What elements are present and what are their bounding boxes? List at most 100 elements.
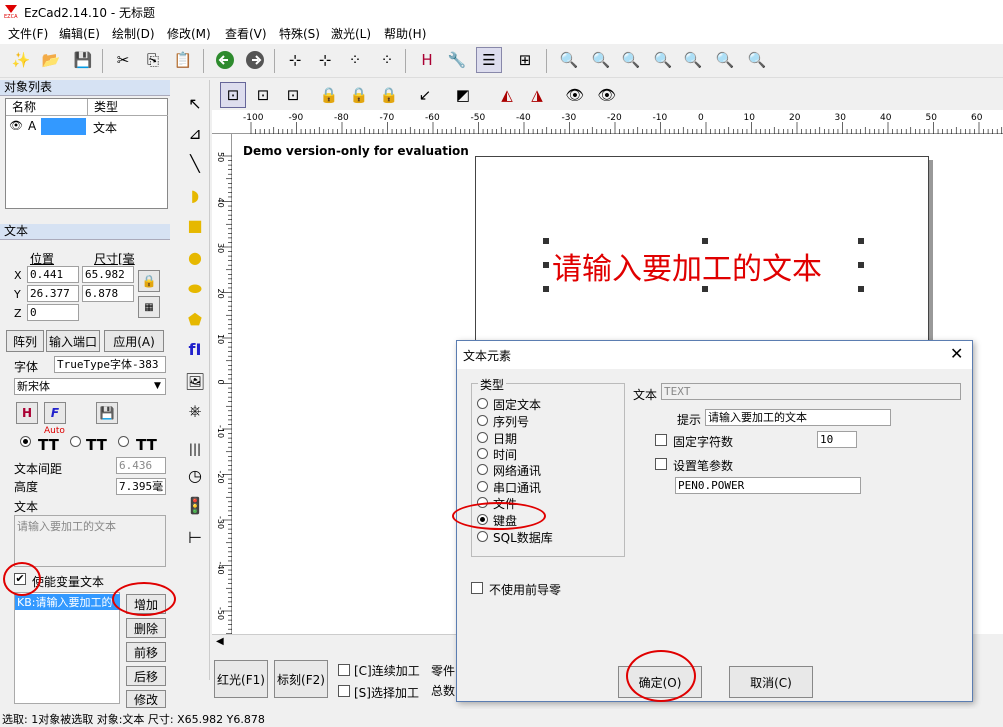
y-position-input[interactable]: 26.377	[27, 285, 79, 302]
x-size-input[interactable]: 65.982	[82, 266, 134, 283]
chevron-down-icon[interactable]: ▼	[154, 381, 161, 391]
motion-tool-icon[interactable]: ⊢	[182, 524, 208, 550]
align-auto-radio[interactable]	[20, 436, 31, 447]
unlock-object-icon[interactable]: 🔒	[346, 82, 372, 108]
type-radio-date[interactable]	[477, 432, 488, 443]
zoom-in-icon[interactable]: 🔍	[588, 47, 614, 73]
pointer-icon[interactable]: ↖	[182, 90, 208, 116]
type-radio-serial[interactable]	[477, 415, 488, 426]
mirror-v-icon[interactable]: ◮	[524, 82, 550, 108]
zoom-fit-icon[interactable]: 🔍	[712, 47, 738, 73]
select-process-checkbox[interactable]	[338, 685, 350, 697]
delete-button[interactable]: 删除	[126, 618, 166, 638]
pen-params-checkbox[interactable]	[655, 458, 667, 470]
zoom-out-icon[interactable]: 🔍	[650, 47, 676, 73]
input-port-button[interactable]: 输入端口	[46, 330, 100, 352]
col-header-type[interactable]: 类型	[88, 99, 168, 116]
align-icon[interactable]: ⊡	[220, 82, 246, 108]
z-position-input[interactable]: 0	[27, 304, 79, 321]
font-library-icon[interactable]: H	[16, 402, 38, 424]
vector-file-tool-icon[interactable]: ⎈	[182, 398, 208, 424]
dialog-text-input[interactable]: TEXT	[661, 383, 961, 400]
cut-icon[interactable]: ✂	[110, 47, 136, 73]
modify-button[interactable]: 修改	[126, 690, 166, 708]
align-corner-icon[interactable]: ⊡	[250, 82, 276, 108]
node-group-icon[interactable]: ⁘	[342, 47, 368, 73]
mark-button[interactable]: 标刻(F2)	[274, 660, 328, 698]
height-input[interactable]: 7.395毫	[116, 478, 166, 495]
lock-icon[interactable]: 🔒	[138, 270, 160, 292]
font-name-select[interactable]: 新宋体	[14, 378, 166, 395]
type-radio-time[interactable]	[477, 448, 488, 459]
menu-file[interactable]: 文件(F)	[8, 25, 48, 42]
mirror-h-icon[interactable]: ◭	[494, 82, 520, 108]
font-f-icon[interactable]: F	[44, 402, 66, 424]
node-ungroup-icon[interactable]: ⁘	[374, 47, 400, 73]
menu-draw[interactable]: 绘制(D)	[112, 25, 155, 42]
text-tool-icon[interactable]: fI	[182, 336, 208, 362]
font-type-select[interactable]: TrueType字体-383	[54, 356, 166, 373]
origin-icon[interactable]: ↙	[412, 82, 438, 108]
line-tool-icon[interactable]: ╲	[182, 150, 208, 176]
eye-icon[interactable]: 👁	[9, 119, 23, 132]
table-row[interactable]: 👁 A 文本	[6, 118, 168, 136]
prompt-input[interactable]: 请输入要加工的文本	[705, 409, 891, 426]
list-item[interactable]: KB:请输入要加工的	[15, 594, 120, 610]
undo-icon[interactable]	[212, 47, 238, 73]
text-content-area[interactable]: 请输入要加工的文本	[14, 515, 166, 567]
menu-help[interactable]: 帮助(H)	[384, 25, 426, 42]
list-icon[interactable]: ☰	[476, 47, 502, 73]
cancel-button[interactable]: 取消(C)	[729, 666, 813, 698]
curve-tool-icon[interactable]: ◗	[182, 182, 208, 208]
unlock-all-icon[interactable]: 🔒	[376, 82, 402, 108]
zoom-plus-icon[interactable]: 🔍	[618, 47, 644, 73]
node-edit-tool-icon[interactable]: ⊿	[182, 120, 208, 146]
no-leading-zero-checkbox[interactable]	[471, 582, 483, 594]
menu-edit[interactable]: 编辑(E)	[59, 25, 100, 42]
rectangle-tool-icon[interactable]: ■	[182, 212, 208, 238]
x-position-input[interactable]: 0.441	[27, 266, 79, 283]
text-object[interactable]: 请输入要加工的文本	[552, 244, 822, 288]
save-icon[interactable]: 💾	[70, 47, 96, 73]
hatch-icon[interactable]: H	[414, 47, 440, 73]
tools-icon[interactable]: 🔧	[444, 47, 470, 73]
view-eye-alt-icon[interactable]: 👁	[594, 82, 620, 108]
zoom-select-icon[interactable]: 🔍	[744, 47, 770, 73]
apply-button[interactable]: 应用(A)	[104, 330, 164, 352]
y-size-input[interactable]: 6.878	[82, 285, 134, 302]
move-down-button[interactable]: 后移	[126, 666, 166, 686]
ellipse-tool-icon[interactable]: ⬬	[182, 276, 208, 302]
io-port-tool-icon[interactable]: 🚦	[182, 492, 208, 518]
fixed-chars-input[interactable]: 10	[817, 431, 857, 448]
array-button[interactable]: 阵列	[6, 330, 44, 352]
node-edit-icon[interactable]: ⊹	[282, 47, 308, 73]
col-header-name[interactable]: 名称	[6, 99, 88, 116]
network-icon[interactable]: ⊞	[512, 47, 538, 73]
barcode-tool-icon[interactable]: |||	[182, 436, 208, 462]
open-folder-icon[interactable]: 📂	[38, 47, 64, 73]
timer-tool-icon[interactable]: ◷	[182, 462, 208, 488]
canvas-scrollbar[interactable]: ◀	[212, 634, 458, 650]
menu-special[interactable]: 特殊(S)	[279, 25, 320, 42]
move-up-button[interactable]: 前移	[126, 642, 166, 662]
anchor-grid-icon[interactable]: ▦	[138, 296, 160, 318]
red-light-button[interactable]: 红光(F1)	[214, 660, 268, 698]
close-icon[interactable]: ✕	[950, 344, 963, 363]
type-radio-serial-port[interactable]	[477, 481, 488, 492]
spacing-input[interactable]: 6.436	[116, 457, 166, 474]
view-eye-icon[interactable]: 👁	[562, 82, 588, 108]
copy-icon[interactable]: ⎘	[140, 47, 166, 73]
menu-laser[interactable]: 激光(L)	[331, 25, 371, 42]
align-edge-radio[interactable]	[118, 436, 129, 447]
pen-params-input[interactable]: PEN0.POWER	[675, 477, 861, 494]
color-select-icon[interactable]: ◩	[450, 82, 476, 108]
save-font-icon[interactable]: 💾	[96, 402, 118, 424]
zoom-icon[interactable]: 🔍	[556, 47, 582, 73]
circle-tool-icon[interactable]: ●	[182, 244, 208, 270]
zoom-all-icon[interactable]: 🔍	[680, 47, 706, 73]
new-file-icon[interactable]: ✨	[8, 47, 34, 73]
type-radio-network[interactable]	[477, 464, 488, 475]
menu-view[interactable]: 查看(V)	[225, 25, 267, 42]
fixed-chars-checkbox[interactable]	[655, 434, 667, 446]
chevron-left-icon[interactable]: ◀	[216, 636, 224, 647]
